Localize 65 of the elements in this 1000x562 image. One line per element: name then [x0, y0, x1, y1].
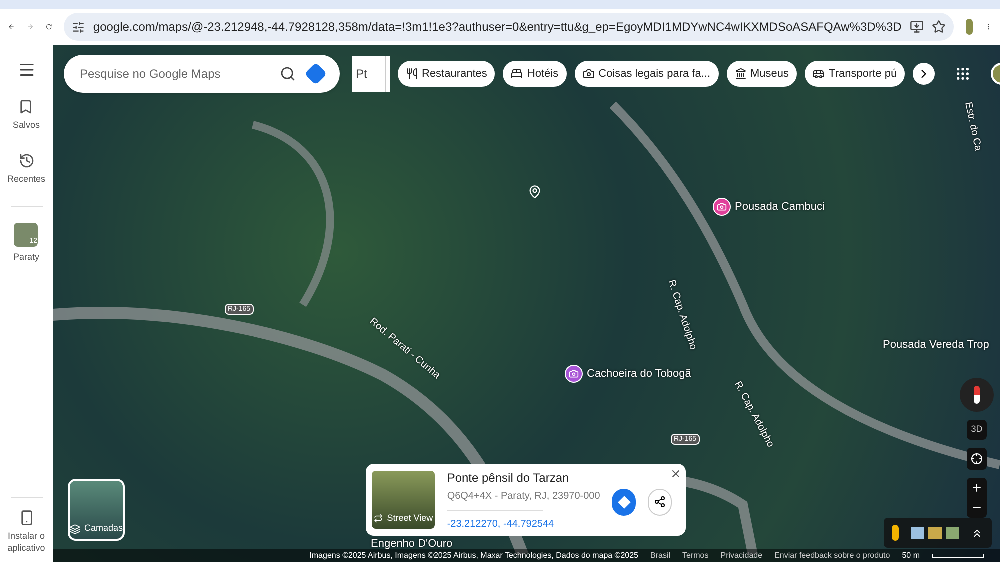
- category-chip[interactable]: Transporte pú: [805, 61, 906, 87]
- place-pin-icon[interactable]: [565, 365, 583, 383]
- category-chip[interactable]: Hotéis: [503, 61, 567, 87]
- zoom-in-icon[interactable]: [971, 482, 983, 494]
- scale-label: 50 m: [902, 550, 920, 562]
- bookmark-icon: [18, 99, 34, 115]
- search-icon[interactable]: [280, 66, 296, 82]
- place-label[interactable]: Engenho D'Ouro: [371, 536, 453, 552]
- url-text: google.com/maps/@-23.212948,-44.7928128,358m/data=!3m1!1e3?authuser=0&entry=ttu&g_ep=EgoyMDI1MDYwNC4wIKXMDSoASAFQAw%3D%3D: [93, 19, 902, 36]
- share-icon: [654, 496, 666, 508]
- input-tools-button[interactable]: Pt: [352, 56, 390, 92]
- sidebar-item[interactable]: Recentes: [7, 152, 46, 186]
- history-icon: [18, 152, 34, 168]
- imagery-thumbnail[interactable]: [928, 527, 942, 539]
- place-label[interactable]: Pousada Vereda Trop: [883, 337, 990, 354]
- road-label: Estr. do Ca: [962, 100, 985, 152]
- share-button[interactable]: [648, 488, 672, 516]
- satellite-map[interactable]: [53, 45, 1000, 562]
- location-pin-icon[interactable]: [528, 185, 542, 199]
- place-address: Q6Q4+4X - Paraty, RJ, 23970-000: [447, 490, 600, 504]
- transit-icon: [813, 68, 826, 80]
- museum-icon: [734, 68, 747, 80]
- place-label[interactable]: Pousada Cambuci: [735, 198, 825, 216]
- phone-icon: [18, 510, 34, 526]
- category-chip[interactable]: Coisas legais para fa...: [574, 61, 719, 87]
- rotate-icon: [374, 514, 384, 523]
- bookmark-star-icon[interactable]: [932, 20, 946, 34]
- compass-icon[interactable]: [960, 378, 994, 412]
- close-icon[interactable]: [670, 468, 682, 480]
- scale-bar: [932, 554, 984, 558]
- category-chip[interactable]: Restaurantes: [398, 61, 496, 87]
- coordinates-link[interactable]: -23.212270, -44.792544: [447, 516, 600, 532]
- imagery-thumbnail[interactable]: [946, 527, 960, 539]
- footer-link[interactable]: Privacidade: [720, 550, 763, 562]
- food-icon: [406, 68, 418, 80]
- search-field[interactable]: Pesquise no Google Maps: [64, 55, 340, 93]
- sidebar-item[interactable]: Salvos: [12, 99, 40, 132]
- footer-link[interactable]: Termos: [682, 550, 709, 562]
- category-chip[interactable]: Museus: [726, 61, 798, 87]
- photo-placeholder[interactable]: Street View: [372, 471, 436, 529]
- street-view-label[interactable]: Street View: [374, 512, 434, 525]
- layers-button[interactable]: Camadas: [68, 479, 125, 541]
- imagery-thumbnail[interactable]: [910, 527, 924, 539]
- search-input: Pesquise no Google Maps: [80, 65, 268, 83]
- place-pin-icon[interactable]: [713, 198, 731, 216]
- menu-icon[interactable]: [18, 61, 36, 79]
- site-settings-icon[interactable]: [72, 20, 86, 34]
- tilt-3d-button[interactable]: 3D: [967, 420, 987, 440]
- bed-icon: [511, 68, 524, 80]
- chevron-right-icon[interactable]: [913, 63, 936, 85]
- place-title: Ponte pênsil do Tarzan: [447, 470, 570, 486]
- my-location-icon[interactable]: [967, 448, 987, 470]
- install-icon[interactable]: [910, 20, 924, 34]
- pegman-icon[interactable]: [892, 525, 899, 541]
- install-app-button[interactable]: Instalar o aplicativo: [2, 510, 50, 554]
- footer-link[interactable]: Enviar feedback sobre o produto: [774, 550, 890, 562]
- place-label[interactable]: Cachoeira do Tobogã: [587, 366, 692, 382]
- layers-icon: [70, 524, 80, 535]
- camera-icon: [582, 68, 595, 80]
- apps-grid-icon[interactable]: [955, 66, 972, 82]
- road-label: R. Cap. Adolpho: [664, 278, 700, 352]
- directions-button[interactable]: [612, 488, 636, 516]
- attribution-text: Imagens ©2025 Airbus, Imagens ©2025 Airbus, Maxar Technologies, Dados do mapa ©2025: [310, 550, 638, 562]
- address-bar[interactable]: google.com/maps/@-23.212948,-44.7928128,358m/data=!3m1!1e3?authuser=0&entry=ttu&g_ep=EgoyMDI1MDYwNC4wIKXMDSoASAFQAw%3D%3D: [64, 13, 954, 41]
- footer-link[interactable]: Brasil: [650, 550, 671, 562]
